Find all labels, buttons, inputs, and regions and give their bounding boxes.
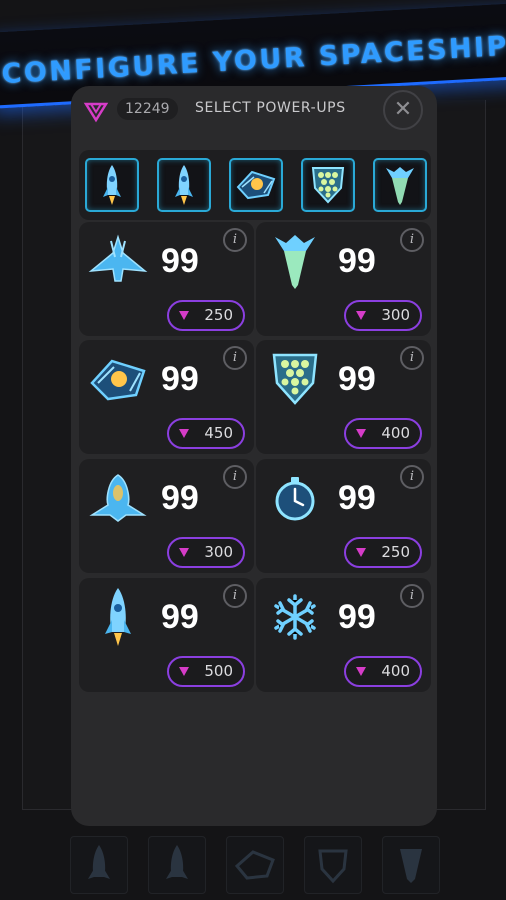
power-up-card[interactable]: 99 i 300: [79, 459, 254, 573]
gem-balance: 12249: [117, 98, 178, 120]
gem-icon: [83, 102, 109, 123]
shield-icon: [311, 167, 345, 204]
price-label: 300: [381, 306, 410, 324]
power-up-card[interactable]: 99 i 250: [79, 222, 254, 336]
gem-icon: [179, 311, 189, 320]
buy-button[interactable]: 400: [344, 418, 422, 449]
background-slot: [382, 836, 440, 894]
price-label: 250: [204, 306, 233, 324]
power-up-count: 99: [338, 479, 376, 517]
power-up-count: 99: [338, 242, 376, 280]
satellite-drone-icon: [90, 359, 146, 401]
power-up-card[interactable]: 99 i 300: [256, 222, 431, 336]
info-button[interactable]: i: [400, 346, 424, 370]
gem-icon: [179, 429, 189, 438]
buy-button[interactable]: 500: [167, 656, 245, 687]
power-up-count: 99: [161, 242, 199, 280]
shield-icon: [272, 353, 318, 405]
background-slot: [70, 836, 128, 894]
rocket-icon: [103, 165, 121, 205]
buy-button[interactable]: 250: [167, 300, 245, 331]
price-label: 450: [204, 424, 233, 442]
info-button[interactable]: i: [223, 228, 247, 252]
gem-icon: [179, 667, 189, 676]
background-slot: [226, 836, 284, 894]
buy-button[interactable]: 300: [167, 537, 245, 568]
power-up-count: 99: [161, 598, 199, 636]
buy-button[interactable]: 400: [344, 656, 422, 687]
stopwatch-icon: [275, 477, 315, 521]
selected-slot-3[interactable]: [229, 158, 283, 212]
power-up-count: 99: [338, 360, 376, 398]
selected-slot-1[interactable]: [85, 158, 139, 212]
close-button[interactable]: ✕: [383, 90, 423, 130]
fighter-ship-icon: [88, 234, 148, 282]
plasma-beam-icon: [275, 235, 315, 289]
price-label: 400: [381, 662, 410, 680]
buy-button[interactable]: 250: [344, 537, 422, 568]
rocket-icon: [175, 165, 193, 205]
info-button[interactable]: i: [223, 465, 247, 489]
gem-icon: [356, 548, 366, 557]
power-up-count: 99: [338, 598, 376, 636]
info-button[interactable]: i: [223, 584, 247, 608]
rocket-icon: [105, 588, 131, 646]
background-slots: [70, 836, 440, 896]
price-label: 400: [381, 424, 410, 442]
selected-slot-2[interactable]: [157, 158, 211, 212]
power-up-count: 99: [161, 479, 199, 517]
info-button[interactable]: i: [400, 465, 424, 489]
gem-icon: [356, 429, 366, 438]
selected-slot-4[interactable]: [301, 158, 355, 212]
power-up-card[interactable]: 99 i 500: [79, 578, 254, 692]
power-up-card[interactable]: 99 i 400: [256, 340, 431, 454]
select-power-ups-label: SELECT POWER-UPS: [195, 100, 346, 116]
price-label: 500: [204, 662, 233, 680]
scout-ship-icon: [89, 474, 147, 522]
plasma-beam-icon: [386, 167, 414, 205]
power-up-card[interactable]: 99 i 450: [79, 340, 254, 454]
satellite-drone-icon: [236, 170, 276, 200]
power-ups-panel: 12249 SELECT POWER-UPS ✕ 99 i 250 99 i 3…: [71, 86, 437, 826]
selected-slots-bar: [79, 150, 431, 220]
price-label: 250: [381, 543, 410, 561]
buy-button[interactable]: 450: [167, 418, 245, 449]
selected-slot-5[interactable]: [373, 158, 427, 212]
gem-icon: [356, 667, 366, 676]
power-up-card[interactable]: 99 i 250: [256, 459, 431, 573]
info-button[interactable]: i: [223, 346, 247, 370]
power-up-card[interactable]: 99 i 400: [256, 578, 431, 692]
banner-title: CONFIGURE YOUR SPACESHIP: [0, 30, 506, 91]
buy-button[interactable]: 300: [344, 300, 422, 331]
panel-header: 12249 SELECT POWER-UPS ✕: [71, 86, 437, 148]
gem-icon: [356, 311, 366, 320]
info-button[interactable]: i: [400, 228, 424, 252]
info-button[interactable]: i: [400, 584, 424, 608]
power-up-count: 99: [161, 360, 199, 398]
snowflake-icon: [274, 594, 316, 640]
background-slot: [304, 836, 362, 894]
gem-icon: [179, 548, 189, 557]
price-label: 300: [204, 543, 233, 561]
background-slot: [148, 836, 206, 894]
